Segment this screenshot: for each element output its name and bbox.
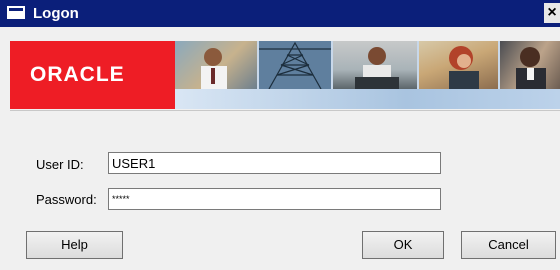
- banner-strip: [175, 89, 560, 109]
- user-id-label: User ID:: [36, 157, 84, 172]
- password-input[interactable]: [108, 188, 441, 210]
- user-id-input[interactable]: [108, 152, 441, 174]
- banner-divider: [10, 110, 560, 111]
- logo-text: ORACLE: [30, 63, 125, 86]
- banner-photo-person-1: [175, 41, 257, 89]
- ok-button[interactable]: OK: [362, 231, 444, 259]
- window-title: Logon: [33, 5, 79, 22]
- banner-photo-tower: [259, 41, 331, 89]
- banner-photo-person-4: [500, 41, 560, 89]
- help-button[interactable]: Help: [26, 231, 123, 259]
- close-icon[interactable]: ×: [544, 3, 560, 23]
- oracle-banner: ORACLE: [10, 41, 560, 109]
- banner-photo-person-2: [333, 41, 417, 89]
- window-icon: [7, 6, 25, 19]
- cancel-button[interactable]: Cancel: [461, 231, 556, 259]
- banner-photo-person-3: [419, 41, 498, 89]
- title-bar: Logon ×: [0, 0, 560, 27]
- password-label: Password:: [36, 192, 97, 207]
- oracle-logo: ORACLE: [10, 41, 175, 109]
